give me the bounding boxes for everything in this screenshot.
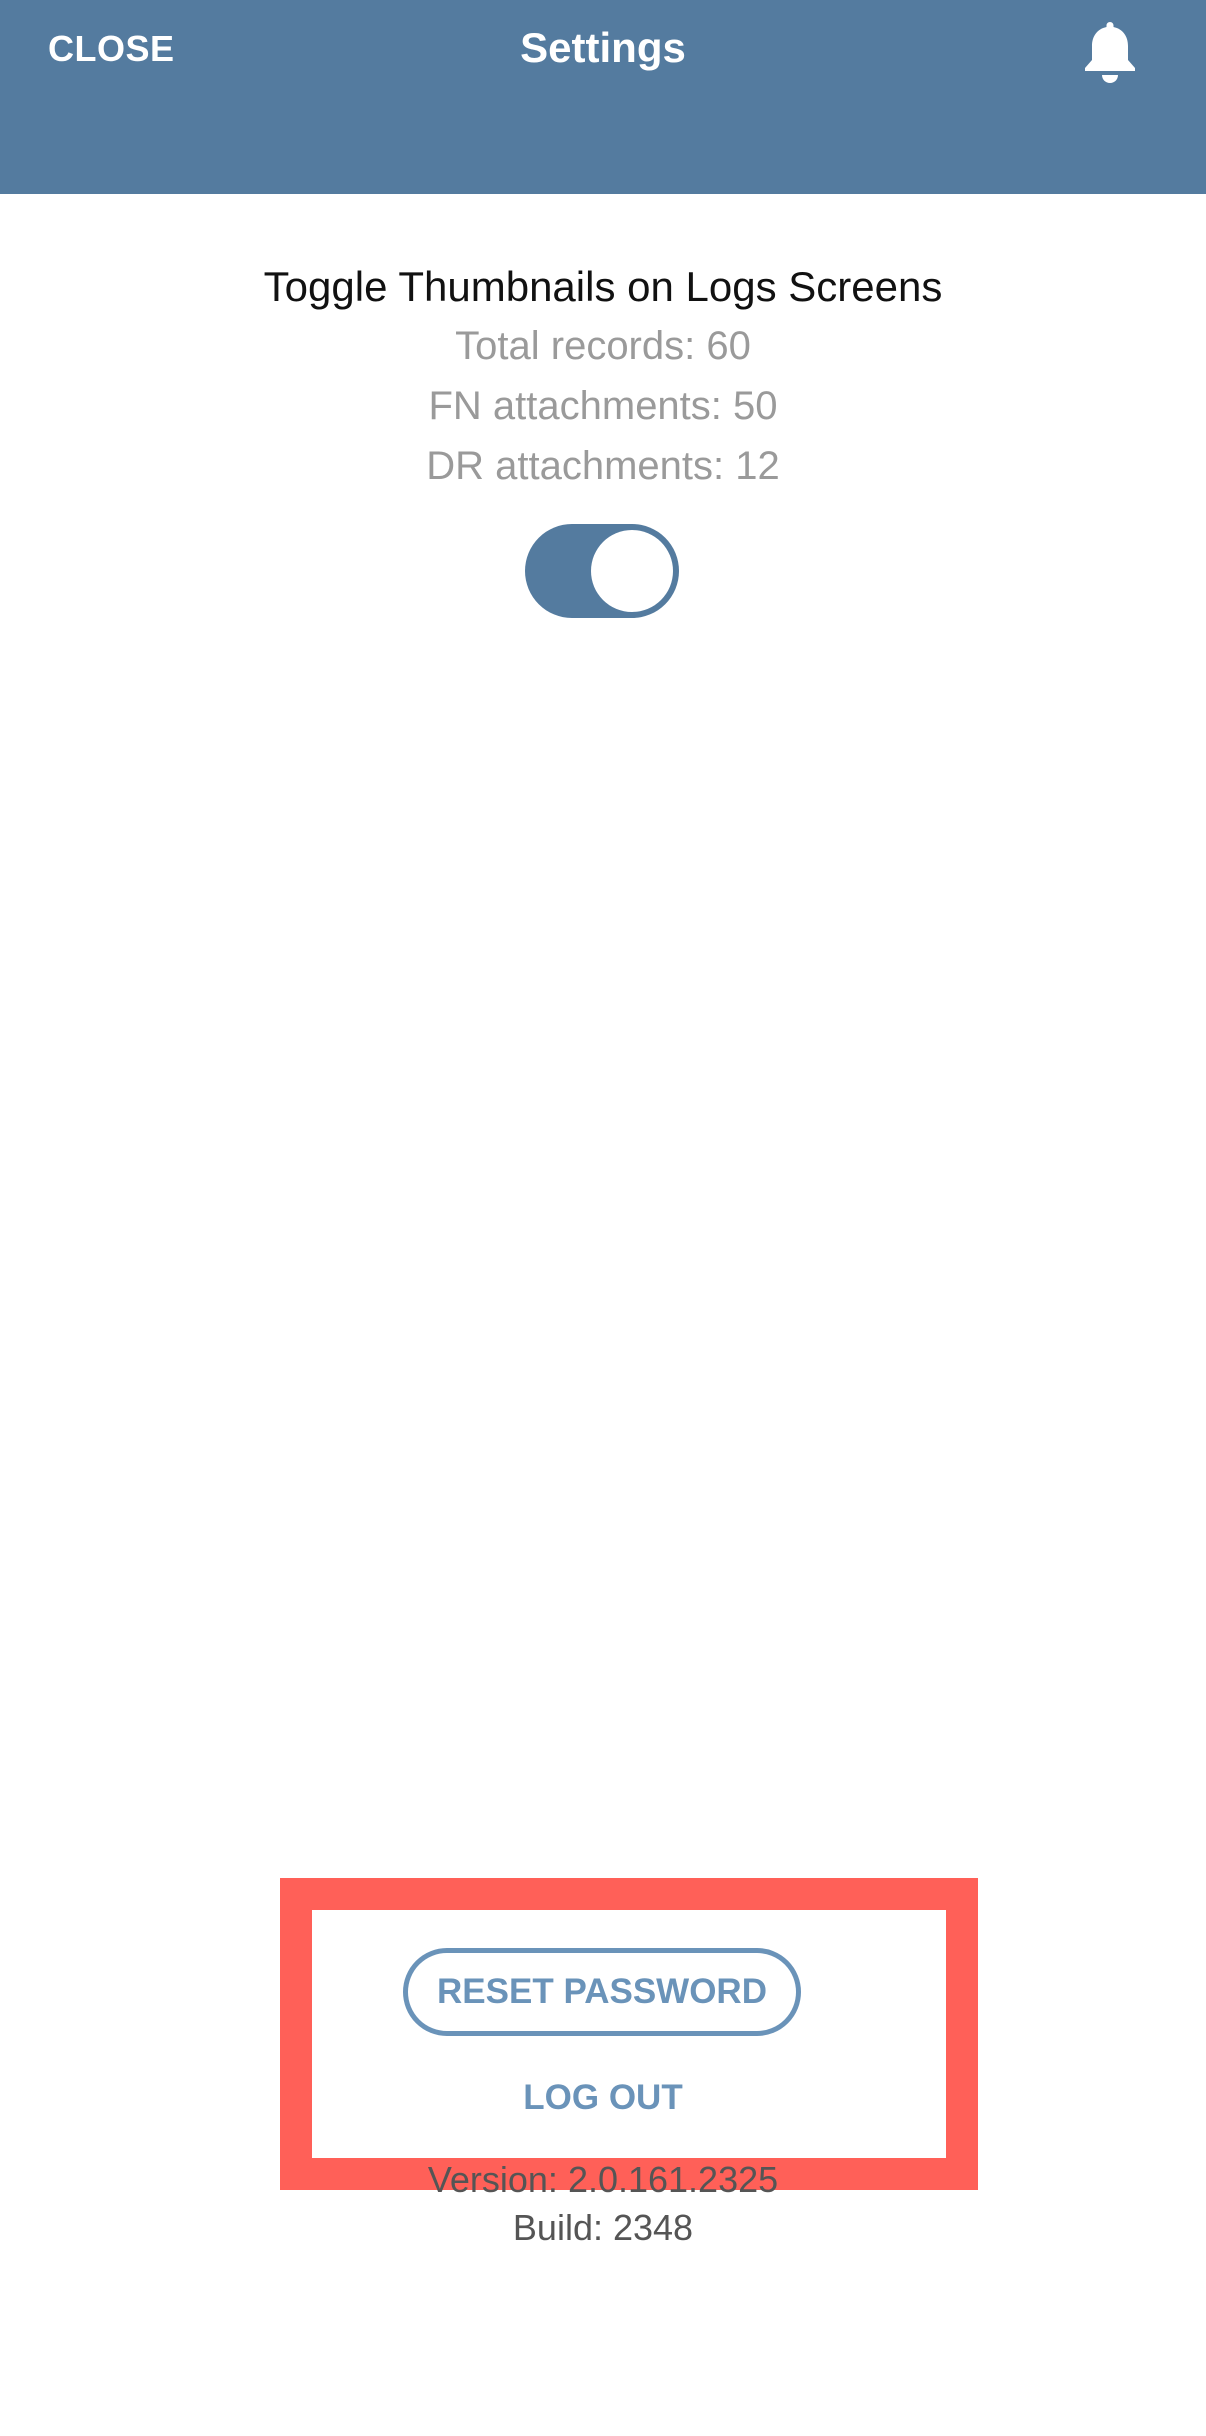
total-records-text: Total records: 60 [455,324,751,368]
thumbnails-toggle-switch[interactable] [525,524,679,618]
dr-attachments-text: DR attachments: 12 [426,444,780,488]
toggle-thumbnails-label: Toggle Thumbnails on Logs Screens [263,263,943,310]
thumbnails-settings-section: Toggle Thumbnails on Logs Screens Total … [0,258,1206,496]
bell-icon[interactable] [1080,18,1140,84]
app-version-info: Version: 2.0.161.2325 Build: 2348 [0,2156,1206,2252]
header-bar: CLOSE Settings [0,0,1206,194]
page-title: Settings [520,24,686,71]
reset-password-button[interactable]: RESET PASSWORD [403,1948,801,2036]
log-out-button[interactable]: LOG OUT [0,2078,1206,2118]
fn-attachments-text: FN attachments: 50 [428,384,778,428]
build-text: Build: 2348 [512,2207,694,2248]
version-text: Version: 2.0.161.2325 [427,2159,779,2200]
toggle-knob [591,530,673,612]
